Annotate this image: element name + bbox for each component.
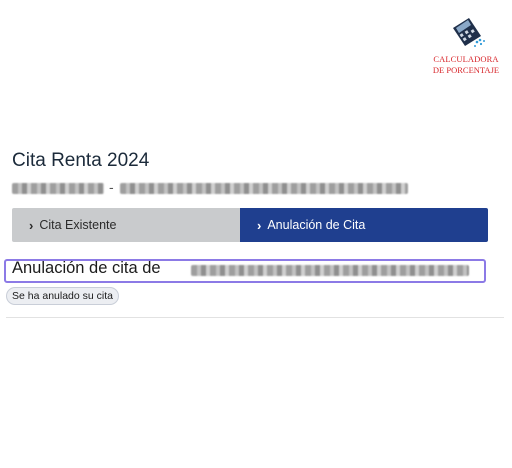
- chevron-right-icon: ›: [257, 217, 262, 233]
- divider: [6, 317, 504, 318]
- section-title: Anulación de cita de: [12, 259, 161, 277]
- tab-bar: › Cita Existente › Anulación de Cita: [12, 208, 488, 242]
- tab-label: Anulación de Cita: [267, 218, 366, 232]
- tab-anulacion-de-cita[interactable]: › Anulación de Cita: [240, 208, 488, 242]
- page-subtitle-redacted: -: [12, 179, 412, 195]
- brand-logo: CALCULADORA DE PORCENTAJE: [430, 14, 502, 80]
- redacted-taxpayer: [191, 265, 469, 277]
- status-badge: Se ha anulado su cita: [6, 287, 119, 305]
- redacted-text: [191, 265, 469, 276]
- section-heading-focused: Anulación de cita de: [4, 259, 486, 283]
- subtitle-separator: -: [109, 179, 114, 195]
- redacted-id: [120, 183, 408, 194]
- redacted-name: [12, 183, 104, 194]
- page-title: Cita Renta 2024: [12, 150, 150, 171]
- logo-text-line2: DE PORCENTAJE: [432, 65, 500, 75]
- logo-text-line1: CALCULADORA: [433, 54, 499, 64]
- chevron-right-icon: ›: [29, 217, 34, 233]
- calculator-icon: [453, 18, 485, 47]
- tab-label: Cita Existente: [39, 218, 117, 232]
- tab-cita-existente[interactable]: › Cita Existente: [12, 208, 240, 242]
